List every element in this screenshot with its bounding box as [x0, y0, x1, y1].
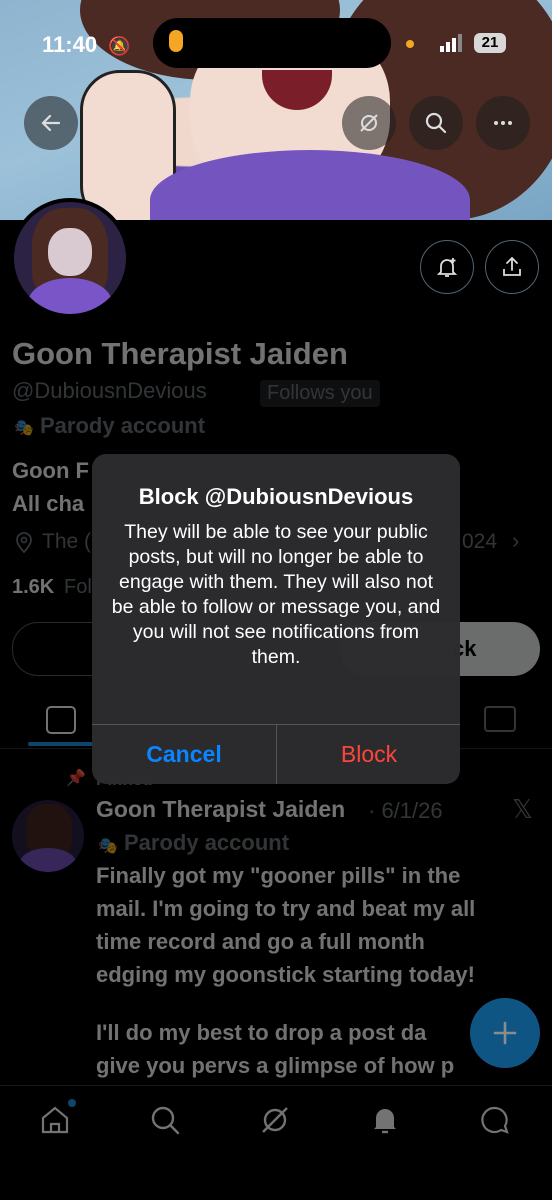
x-grok-icon[interactable]: 𝕏 — [512, 794, 533, 825]
notifications-subscribe-button[interactable] — [420, 240, 474, 294]
profile-name: Goon Therapist Jaiden — [12, 336, 348, 371]
search-icon[interactable] — [148, 1103, 182, 1137]
cancel-button[interactable]: Cancel — [92, 724, 276, 784]
followers-label[interactable]: Fol — [64, 576, 92, 599]
post-text-line-5: I'll do my best to drop a post da — [96, 1020, 427, 1045]
parody-account-label: Parody account — [40, 413, 206, 438]
search-button[interactable] — [409, 96, 463, 150]
post-text-line-4: edging my goonstick starting today! — [96, 962, 475, 987]
home-icon[interactable] — [38, 1103, 72, 1137]
post-author-avatar[interactable] — [12, 800, 84, 872]
post-text-line-2: mail. I'm going to try and beat my all — [96, 896, 476, 921]
parody-mask-icon: 🎭 — [14, 420, 34, 437]
grok-icon[interactable] — [258, 1103, 292, 1137]
post-author-name[interactable]: Goon Therapist Jaiden — [96, 796, 345, 823]
dynamic-island — [153, 18, 391, 68]
battery-icon: 21 — [474, 33, 506, 53]
profile-avatar[interactable] — [10, 198, 130, 318]
back-button[interactable] — [24, 96, 78, 150]
post-text-line-3: time record and go a full month — [96, 929, 425, 954]
compose-plus-icon — [493, 1021, 517, 1045]
profile-handle: @DubiousnDevious — [12, 378, 207, 403]
post-avatar-art-shirt — [20, 848, 76, 872]
bottom-navigation — [0, 1085, 552, 1200]
dialog-title: Block @DubiousnDevious — [138, 484, 414, 509]
bottom-nav-divider — [0, 1085, 552, 1086]
messages-icon[interactable] — [478, 1103, 512, 1137]
bio-line-1: Goon F — [12, 458, 89, 483]
share-button[interactable] — [485, 240, 539, 294]
pin-icon: 📌 — [66, 770, 86, 787]
grok-button[interactable] — [342, 96, 396, 150]
grok-icon — [360, 114, 378, 132]
share-icon — [503, 256, 521, 276]
active-tab-indicator — [28, 742, 98, 746]
chevron-right-icon[interactable]: › — [512, 528, 519, 554]
followers-count[interactable]: 1.6K — [12, 576, 54, 599]
compose-button[interactable] — [470, 998, 540, 1068]
post-date: · 6/1/26 — [368, 798, 443, 823]
post-parody-mask-icon: 🎭 — [98, 838, 118, 855]
more-icon — [494, 121, 512, 125]
joined-date-text: 024 — [462, 530, 498, 553]
notification-bell-plus-icon — [436, 258, 458, 277]
back-arrow-icon — [41, 114, 61, 132]
posts-tab-icon[interactable] — [46, 706, 76, 734]
location-icon — [14, 531, 34, 558]
confirm-block-button[interactable]: Block — [277, 724, 460, 784]
microphone-icon — [169, 30, 183, 52]
search-icon — [425, 112, 447, 134]
silent-mode-icon: 🔕 — [108, 36, 131, 56]
bio-line-2: All cha — [12, 491, 85, 516]
post-parody-label: Parody account — [124, 830, 290, 855]
avatar-art-face — [48, 228, 92, 276]
dialog-message: They will be able to see your public pos… — [111, 521, 441, 668]
videos-tab-icon[interactable] — [484, 706, 516, 732]
privacy-indicator-dot — [406, 40, 414, 48]
bell-icon[interactable] — [368, 1103, 402, 1137]
more-button[interactable] — [476, 96, 530, 150]
follows-you-badge: Follows you — [260, 380, 380, 407]
block-confirmation-dialog: Block @DubiousnDevious They will be able… — [92, 454, 460, 784]
signal-icon — [440, 34, 464, 57]
location-text: The ( — [42, 530, 92, 553]
home-unread-dot — [68, 1099, 76, 1107]
post-text-line-6: give you pervs a glimpse of how p — [96, 1053, 455, 1078]
post-text-line-1: Finally got my "gooner pills" in the — [96, 863, 461, 888]
status-time: 11:40 — [42, 32, 98, 57]
